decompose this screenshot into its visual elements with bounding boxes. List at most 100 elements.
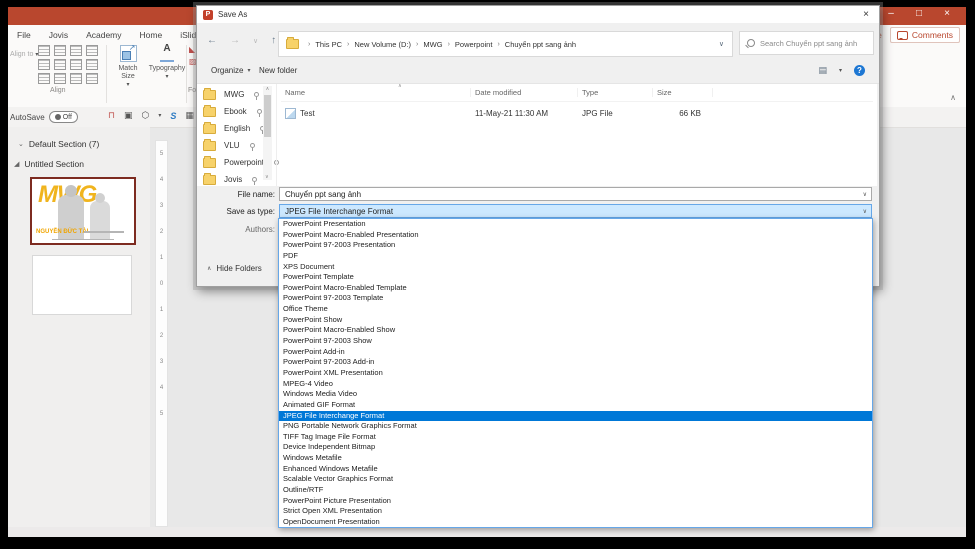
dropdown-option[interactable]: JPEG File Interchange Format [279, 410, 872, 422]
dropdown-option[interactable]: Strict Open XML Presentation [279, 506, 872, 517]
hide-folders-button[interactable]: ∧ Hide Folders [207, 264, 262, 273]
tree-folder-item[interactable]: Ebook [203, 103, 262, 120]
save-as-type-combobox[interactable]: JPEG File Interchange Format ∨ [279, 204, 872, 218]
dropdown-option[interactable]: Outline/RTF [279, 485, 872, 496]
dropdown-option[interactable]: PowerPoint Add-in [279, 347, 872, 358]
view-mode-icon[interactable]: ▤ [818, 65, 827, 76]
breadcrumb-separator: › [347, 40, 350, 48]
dropdown-option[interactable]: Scalable Vector Graphics Format [279, 474, 872, 485]
ribbon-tab[interactable]: Home [131, 27, 172, 42]
dropdown-option[interactable]: Device Independent Bitmap [279, 442, 872, 453]
chevron-up-icon: ∧ [207, 266, 212, 272]
dropdown-option[interactable]: MPEG-4 Video [279, 379, 872, 390]
match-size-icon [119, 44, 137, 62]
breadcrumb-separator: › [308, 40, 311, 48]
dropdown-option[interactable]: PowerPoint XML Presentation [279, 368, 872, 379]
collapse-ribbon-icon[interactable]: ∧ [950, 93, 956, 102]
dropdown-option[interactable]: TIFF Tag Image File Format [279, 432, 872, 443]
chevron-down-icon[interactable]: ▾ [839, 67, 842, 74]
section-header-default[interactable]: ⌄ Default Section (7) [18, 139, 99, 149]
forward-icon[interactable]: → [230, 35, 240, 46]
new-folder-button[interactable]: New folder [259, 66, 297, 75]
file-name-label: File name: [237, 190, 275, 199]
picture-icon[interactable]: ▦ [185, 110, 194, 121]
chevron-down-icon: ▾ [126, 82, 130, 88]
ribbon-tab[interactable]: File [8, 27, 40, 42]
align-buttons-cluster[interactable] [38, 45, 99, 84]
dropdown-option[interactable]: PowerPoint Picture Presentation [279, 496, 872, 507]
column-header[interactable]: Type [578, 88, 653, 97]
slide-thumbnail-1[interactable]: MWG NGUYỄN ĐỨC TÀI [30, 177, 136, 245]
column-header[interactable]: Date modified [471, 88, 578, 97]
dropdown-option[interactable]: PowerPoint 97-2003 Show [279, 336, 872, 347]
dropdown-option[interactable]: Animated GIF Format [279, 400, 872, 411]
align-to-button[interactable]: Align to ▾ [10, 51, 38, 59]
organize-button[interactable]: Organize ▾ [211, 66, 250, 75]
address-dropdown-icon[interactable]: ∨ [719, 40, 724, 48]
tree-folder-item[interactable]: English [203, 120, 266, 137]
maximize-button[interactable]: □ [912, 8, 926, 19]
dropdown-option[interactable]: Windows Metafile [279, 453, 872, 464]
shapes-icon[interactable]: ⬡ [142, 110, 150, 121]
dropdown-option[interactable]: OpenDocument Presentation [279, 517, 872, 528]
breadcrumb-segment[interactable]: › Powerpoint [443, 40, 493, 49]
undo-icon[interactable]: ⊓ [108, 110, 115, 121]
tree-scrollbar[interactable]: ∧ ∨ [263, 86, 272, 180]
comments-button[interactable]: Comments [889, 27, 960, 43]
dropdown-option[interactable]: XPS Document [279, 262, 872, 273]
autosave-pill: Off [48, 111, 78, 123]
breadcrumb-segment[interactable]: › New Volume (D:) [342, 40, 411, 49]
scrollbar-thumb[interactable] [264, 95, 271, 137]
breadcrumb-segment[interactable]: › Chuyển ppt sang ảnh [492, 40, 576, 49]
dropdown-option[interactable]: PowerPoint Show [279, 315, 872, 326]
dropdown-option[interactable]: PowerPoint Macro-Enabled Show [279, 325, 872, 336]
breadcrumb-segment[interactable]: › MWG [411, 40, 443, 49]
folder-icon [203, 138, 216, 151]
tree-folder-item[interactable]: MWG [203, 86, 261, 103]
autosave-toggle[interactable]: AutoSave Off [10, 111, 78, 123]
sort-ascending-icon: ∧ [398, 83, 402, 89]
ribbon-tab[interactable]: Jovis [40, 27, 77, 42]
dropdown-option[interactable]: PNG Portable Network Graphics Format [279, 421, 872, 432]
typography-button[interactable]: A Typography ▾ [148, 44, 186, 81]
address-bar[interactable]: › This PC › New Volume (D:) › MWG › Powe… [278, 31, 733, 57]
tree-folder-item[interactable]: Jovis [203, 171, 261, 188]
section-header-untitled[interactable]: ◢ Untitled Section [14, 159, 84, 169]
tree-folder-item[interactable]: Powerpoint [203, 154, 280, 171]
dropdown-option[interactable]: PowerPoint 97-2003 Add-in [279, 357, 872, 368]
snagit-icon[interactable]: S [170, 111, 176, 121]
folder-icon [203, 104, 216, 117]
recent-locations-icon[interactable]: ∨ [253, 37, 258, 45]
folder-icon [203, 172, 216, 185]
ribbon-tabs: File Jovis Academy Home iSlide [8, 25, 210, 43]
breadcrumb-segment[interactable]: › This PC [303, 40, 342, 49]
up-icon[interactable]: ↑ [271, 35, 276, 46]
dropdown-option[interactable]: PowerPoint 97-2003 Template [279, 293, 872, 304]
dialog-close-button[interactable]: × [859, 9, 873, 20]
dropdown-option[interactable]: Enhanced Windows Metafile [279, 464, 872, 475]
breadcrumb-separator: › [497, 40, 500, 48]
column-header[interactable]: Size [653, 88, 713, 97]
dropdown-option[interactable]: PowerPoint Macro-Enabled Presentation [279, 230, 872, 241]
dropdown-option[interactable]: Windows Media Video [279, 389, 872, 400]
dropdown-option[interactable]: PDF [279, 251, 872, 262]
back-icon[interactable]: ← [207, 35, 217, 46]
search-input[interactable]: Search Chuyển ppt sang ảnh [739, 31, 874, 55]
text-box-icon[interactable]: ▣ [124, 110, 133, 121]
chevron-down-icon[interactable]: ▾ [158, 112, 161, 119]
file-row[interactable]: Test 11-May-21 11:30 AM JPG File 66 KB [281, 106, 873, 121]
tree-folder-item[interactable]: VLU [203, 137, 261, 154]
ribbon-tab[interactable]: Academy [77, 27, 130, 42]
slide-thumbnail-2[interactable] [32, 255, 132, 315]
dropdown-option[interactable]: PowerPoint 97-2003 Presentation [279, 240, 872, 251]
dropdown-option[interactable]: PowerPoint Presentation [279, 219, 872, 230]
help-icon[interactable]: ? [854, 65, 865, 76]
match-size-button[interactable]: Match Size ▾ [111, 44, 145, 89]
minimize-button[interactable]: – [884, 8, 898, 19]
close-button[interactable]: × [940, 8, 954, 19]
dropdown-option[interactable]: Office Theme [279, 304, 872, 315]
dropdown-option[interactable]: PowerPoint Template [279, 272, 872, 283]
dropdown-option[interactable]: PowerPoint Macro-Enabled Template [279, 283, 872, 294]
column-header[interactable]: Name [281, 88, 471, 97]
file-name-input[interactable]: Chuyển ppt sang ảnh ∨ [279, 187, 872, 201]
